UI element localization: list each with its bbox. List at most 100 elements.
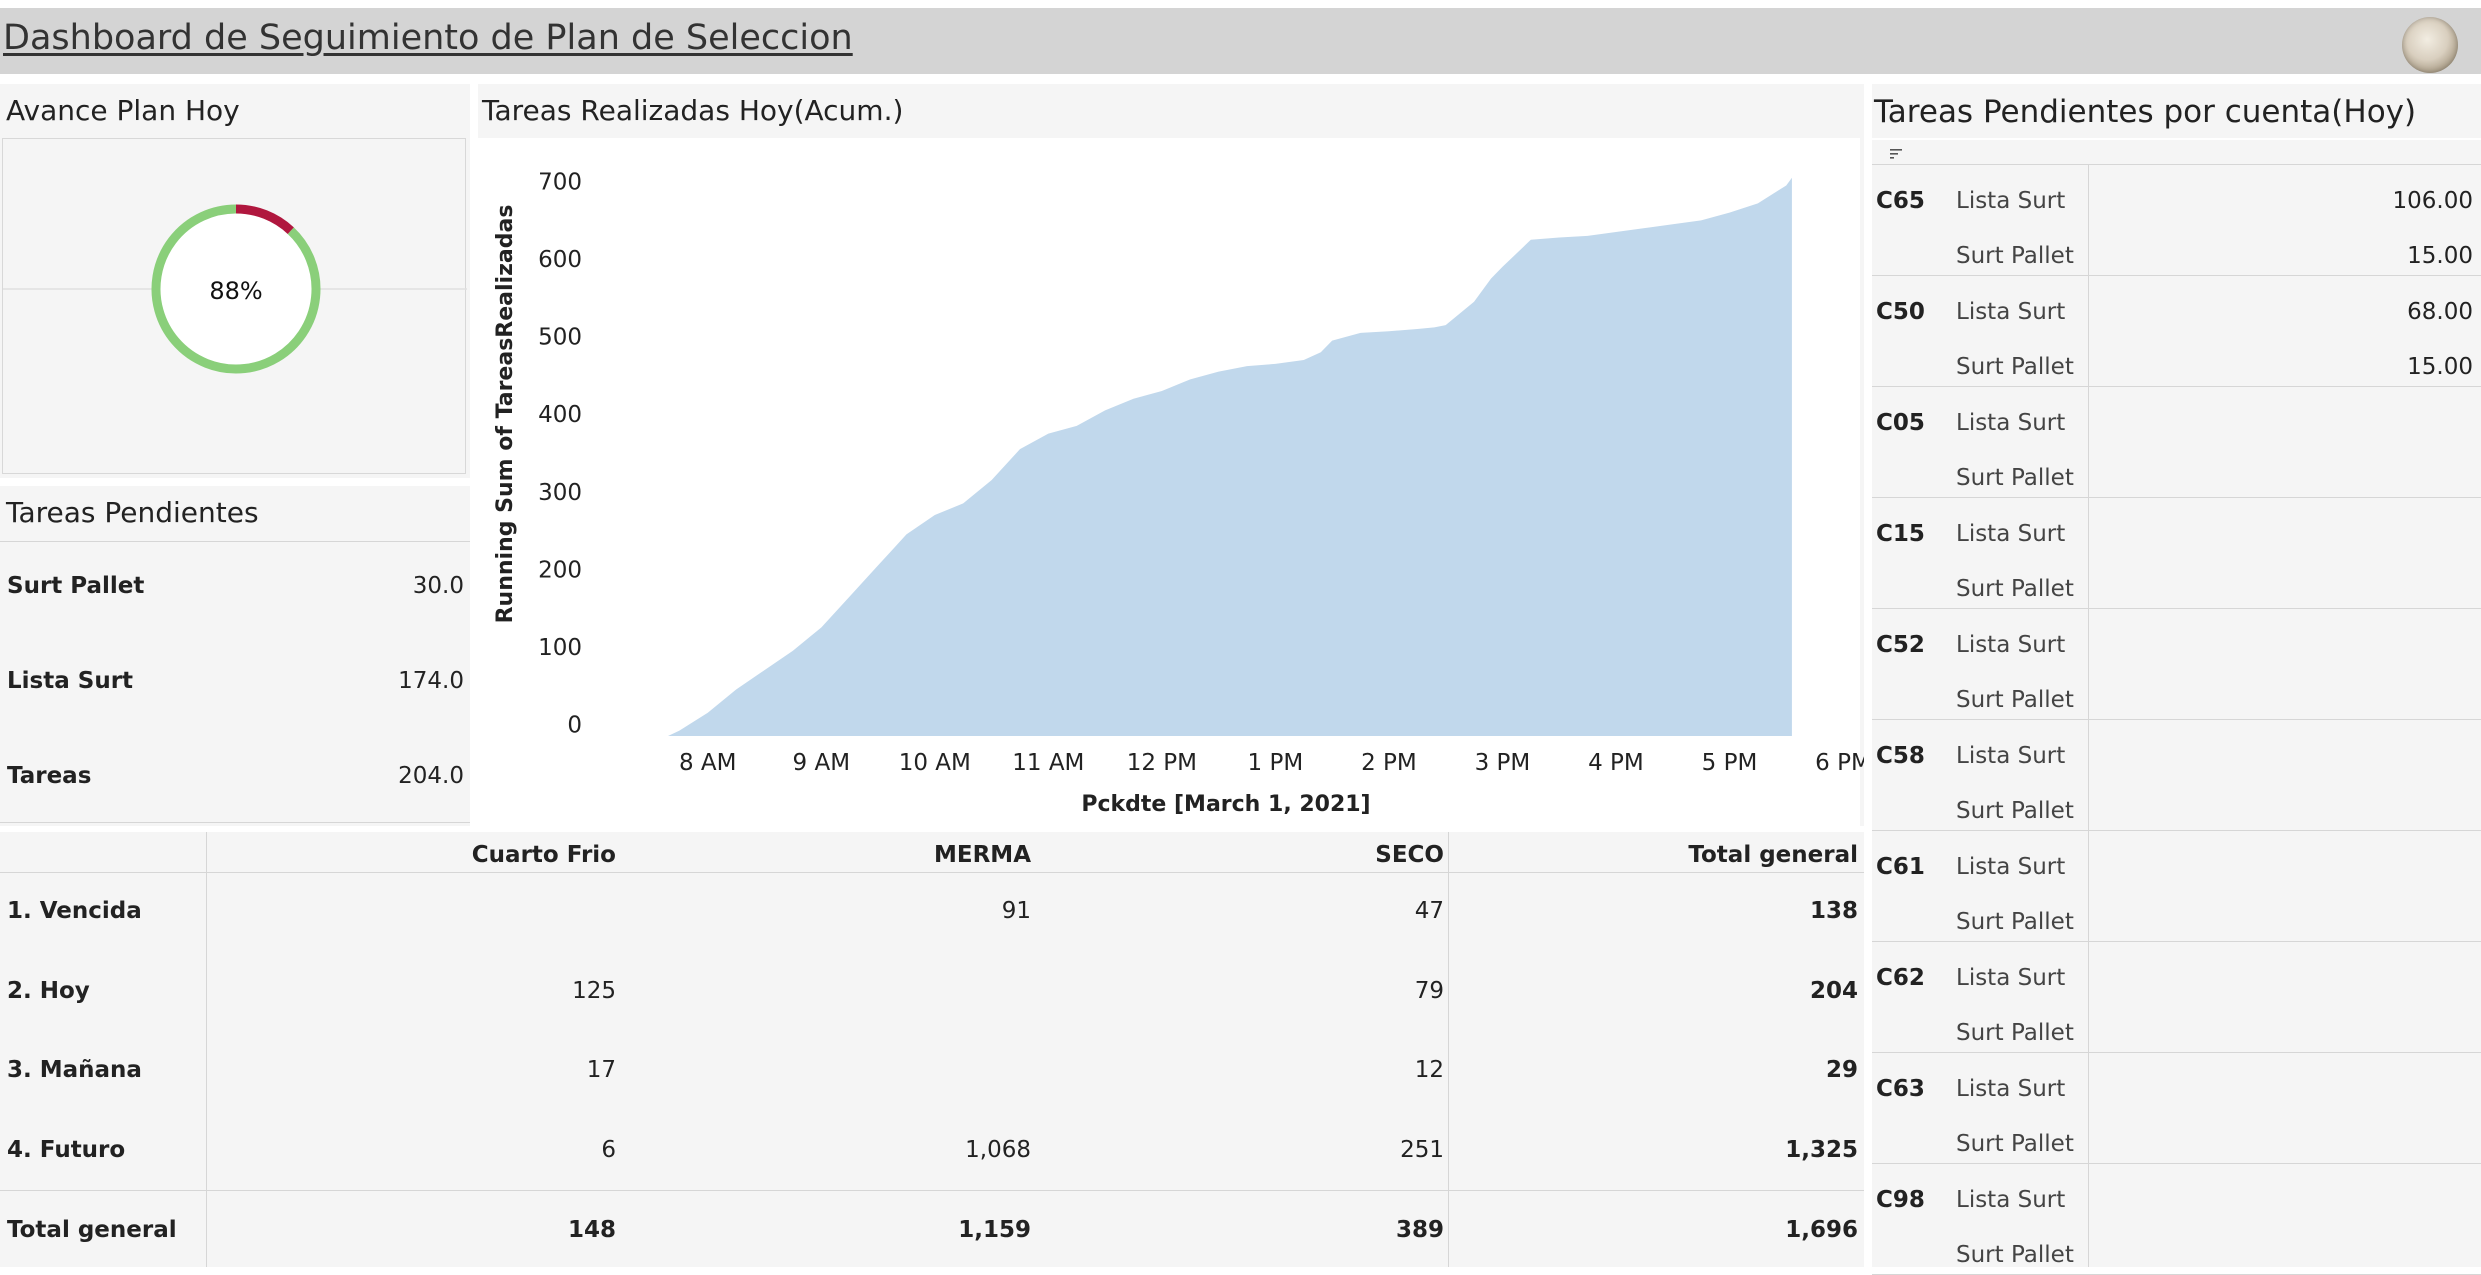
account-divider bbox=[1872, 497, 2481, 498]
table-cell[interactable]: 6 bbox=[601, 1137, 616, 1163]
account-task-type[interactable]: Lista Surt bbox=[1956, 299, 2065, 325]
table-cell[interactable]: 79 bbox=[1415, 978, 1444, 1004]
x-tick-label: 1 PM bbox=[1248, 750, 1304, 776]
account-code[interactable]: C58 bbox=[1876, 743, 1925, 769]
pendiente-value-tareas[interactable]: 204.0 bbox=[398, 763, 464, 789]
account-code[interactable]: C50 bbox=[1876, 299, 1925, 325]
table-cell-total[interactable]: 138 bbox=[1810, 898, 1858, 924]
table-cell[interactable]: 12 bbox=[1415, 1057, 1444, 1083]
table-cell-total[interactable]: 204 bbox=[1810, 978, 1858, 1004]
x-axis-label: Pckdte [March 1, 2021] bbox=[1081, 792, 1370, 817]
account-task-type[interactable]: Lista Surt bbox=[1956, 743, 2065, 769]
account-task-type[interactable]: Lista Surt bbox=[1956, 1076, 2065, 1102]
row-label-futuro[interactable]: 4. Futuro bbox=[7, 1137, 125, 1163]
account-task-type[interactable]: Surt Pallet bbox=[1956, 687, 2074, 713]
logo-icon bbox=[2402, 17, 2458, 73]
account-divider bbox=[1872, 719, 2481, 720]
table-cell[interactable]: 125 bbox=[572, 978, 616, 1004]
account-divider bbox=[1872, 1163, 2481, 1164]
account-code[interactable]: C62 bbox=[1876, 965, 1925, 991]
table-cell-total[interactable]: 29 bbox=[1826, 1057, 1858, 1083]
account-task-type[interactable]: Lista Surt bbox=[1956, 188, 2065, 214]
account-task-type[interactable]: Surt Pallet bbox=[1956, 909, 2074, 935]
account-task-type[interactable]: Lista Surt bbox=[1956, 1187, 2065, 1213]
pendiente-label-surt-pallet: Surt Pallet bbox=[7, 573, 145, 599]
account-task-type[interactable]: Surt Pallet bbox=[1956, 1242, 2074, 1268]
table-cell[interactable]: 17 bbox=[587, 1057, 616, 1083]
table-cell[interactable]: 251 bbox=[1400, 1137, 1444, 1163]
account-task-type[interactable]: Surt Pallet bbox=[1956, 354, 2074, 380]
account-task-value[interactable]: 15.00 bbox=[2407, 243, 2473, 269]
table-cell[interactable]: 47 bbox=[1415, 898, 1444, 924]
x-tick-label: 9 AM bbox=[793, 750, 851, 776]
area-chart[interactable]: 0 100 200 300 400 500 600 700 8 AM 9 AM 10 AM 11 A… bbox=[478, 84, 1864, 826]
y-tick-label: 300 bbox=[538, 480, 582, 506]
account-task-type[interactable]: Lista Surt bbox=[1956, 410, 2065, 436]
sort-icon[interactable] bbox=[1890, 148, 1904, 160]
divider bbox=[1872, 138, 2481, 140]
account-task-value[interactable]: 15.00 bbox=[2407, 354, 2473, 380]
table-cell-total[interactable]: 389 bbox=[1396, 1217, 1444, 1243]
account-task-type[interactable]: Lista Surt bbox=[1956, 521, 2065, 547]
table-cell-total[interactable]: 1,159 bbox=[958, 1217, 1031, 1243]
table-cell-total[interactable]: 1,325 bbox=[1785, 1137, 1858, 1163]
account-task-type[interactable]: Surt Pallet bbox=[1956, 576, 2074, 602]
y-tick-label: 400 bbox=[538, 402, 582, 428]
x-tick-label: 10 AM bbox=[899, 750, 971, 776]
y-tick-label: 600 bbox=[538, 247, 582, 273]
x-tick-label: 2 PM bbox=[1361, 750, 1417, 776]
y-tick-label: 100 bbox=[538, 635, 582, 661]
account-code[interactable]: C98 bbox=[1876, 1187, 1925, 1213]
pendientes-por-cuenta-panel: Tareas Pendientes por cuenta(Hoy) C65 Lis… bbox=[1872, 84, 2481, 1275]
x-tick-label: 11 AM bbox=[1012, 750, 1084, 776]
account-code[interactable]: C05 bbox=[1876, 410, 1925, 436]
account-task-type[interactable]: Surt Pallet bbox=[1956, 1020, 2074, 1046]
x-tick-label: 12 PM bbox=[1127, 750, 1197, 776]
account-code[interactable]: C65 bbox=[1876, 188, 1925, 214]
account-task-type[interactable]: Lista Surt bbox=[1956, 632, 2065, 658]
page-title[interactable]: Dashboard de Seguimiento de Plan de Sele… bbox=[3, 18, 853, 58]
column-header-seco[interactable]: SECO bbox=[1375, 842, 1444, 868]
account-code[interactable]: C15 bbox=[1876, 521, 1925, 547]
account-divider bbox=[1872, 1052, 2481, 1053]
avance-gauge-box[interactable]: 88% bbox=[2, 138, 467, 475]
account-divider bbox=[1872, 830, 2481, 831]
account-divider bbox=[1872, 608, 2481, 609]
x-tick-label: 4 PM bbox=[1588, 750, 1644, 776]
account-task-type[interactable]: Lista Surt bbox=[1956, 854, 2065, 880]
row-label-vencida[interactable]: 1. Vencida bbox=[7, 898, 142, 924]
table-cell-total[interactable]: 1,696 bbox=[1785, 1217, 1858, 1243]
avance-plan-panel: Avance Plan Hoy 88% bbox=[0, 84, 470, 478]
account-code[interactable]: C61 bbox=[1876, 854, 1925, 880]
row-label-total-general[interactable]: Total general bbox=[7, 1217, 177, 1243]
account-task-type[interactable]: Surt Pallet bbox=[1956, 465, 2074, 491]
account-code[interactable]: C63 bbox=[1876, 1076, 1925, 1102]
pendiente-value-lista-surt[interactable]: 174.0 bbox=[398, 668, 464, 694]
column-divider bbox=[206, 832, 207, 1267]
pendiente-value-surt-pallet[interactable]: 30.0 bbox=[413, 573, 464, 599]
categoria-matrix-table: Cuarto Frio MERMA SECO Total general 1. … bbox=[0, 832, 1864, 1267]
account-task-type[interactable]: Lista Surt bbox=[1956, 965, 2065, 991]
tareas-pendientes-panel: Tareas Pendientes Surt Pallet 30.0 Lista… bbox=[0, 486, 470, 826]
column-header-merma[interactable]: MERMA bbox=[934, 842, 1031, 868]
account-divider bbox=[1872, 941, 2481, 942]
column-header-total-general[interactable]: Total general bbox=[1688, 842, 1858, 868]
table-cell[interactable]: 1,068 bbox=[965, 1137, 1031, 1163]
account-task-value[interactable]: 68.00 bbox=[2407, 299, 2473, 325]
account-task-value[interactable]: 106.00 bbox=[2393, 188, 2473, 214]
y-tick-label: 0 bbox=[567, 712, 582, 738]
row-label-manana[interactable]: 3. Mañana bbox=[7, 1057, 142, 1083]
account-task-type[interactable]: Surt Pallet bbox=[1956, 243, 2074, 269]
account-task-type[interactable]: Surt Pallet bbox=[1956, 1131, 2074, 1157]
y-tick-label: 700 bbox=[538, 170, 582, 196]
divider bbox=[0, 541, 470, 542]
table-cell-total[interactable]: 148 bbox=[568, 1217, 616, 1243]
account-task-type[interactable]: Surt Pallet bbox=[1956, 798, 2074, 824]
avance-gauge[interactable]: 88% bbox=[3, 139, 467, 475]
row-label-hoy[interactable]: 2. Hoy bbox=[7, 978, 90, 1004]
dashboard-header: Dashboard de Seguimiento de Plan de Sele… bbox=[0, 8, 2481, 74]
table-cell[interactable]: 91 bbox=[1002, 898, 1031, 924]
column-header-cuarto-frio[interactable]: Cuarto Frio bbox=[472, 842, 616, 868]
pendiente-label-lista-surt: Lista Surt bbox=[7, 668, 134, 694]
account-code[interactable]: C52 bbox=[1876, 632, 1925, 658]
